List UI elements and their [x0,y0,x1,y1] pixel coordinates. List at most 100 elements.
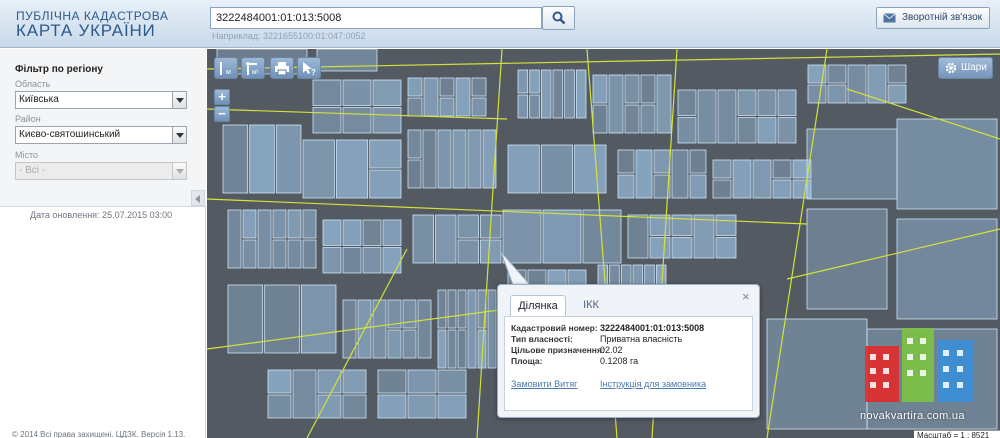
land-parcel[interactable] [272,209,287,239]
land-parcel[interactable] [452,129,467,189]
land-parcel[interactable] [447,289,457,329]
land-parcel[interactable] [457,329,467,369]
land-parcel[interactable] [437,369,467,394]
land-parcel[interactable] [467,129,482,189]
land-parcel[interactable] [712,179,732,199]
land-parcel[interactable] [507,144,540,194]
region-select[interactable]: Київська [15,91,187,109]
land-parcel[interactable] [377,369,407,394]
land-parcel[interactable] [827,64,847,84]
land-parcel[interactable] [342,394,367,419]
district-select[interactable]: Києво-святошинський [15,126,187,144]
land-parcel[interactable] [766,318,868,430]
city-select[interactable]: - Всі - [15,162,187,180]
zoom-in-button[interactable]: + [214,89,230,105]
land-parcel[interactable] [382,247,402,274]
land-parcel[interactable] [896,218,998,320]
layers-button[interactable]: Шари [938,57,993,79]
land-parcel[interactable] [457,214,479,239]
land-parcel[interactable] [757,89,777,116]
land-parcel[interactable] [777,117,797,144]
land-parcel[interactable] [752,159,772,199]
land-parcel[interactable] [362,219,382,246]
land-parcel[interactable] [712,159,732,179]
land-parcel[interactable] [697,89,717,144]
land-parcel[interactable] [772,159,792,179]
land-parcel[interactable] [693,214,715,259]
land-parcel[interactable] [656,74,672,134]
land-parcel[interactable] [689,149,707,174]
land-parcel[interactable] [342,219,362,246]
land-parcel[interactable] [249,124,275,194]
land-parcel[interactable] [437,394,467,419]
land-parcel[interactable] [592,74,608,104]
land-parcel[interactable] [300,284,337,354]
land-parcel[interactable] [417,299,432,359]
land-parcel[interactable] [617,174,635,199]
land-parcel[interactable] [312,79,342,106]
land-parcel[interactable] [772,179,792,199]
land-parcel[interactable] [624,104,640,134]
land-parcel[interactable] [372,107,402,134]
land-parcel[interactable] [592,104,608,134]
land-parcel[interactable] [677,89,697,116]
land-parcel[interactable] [737,117,757,144]
land-parcel[interactable] [806,128,898,200]
land-parcel[interactable] [887,84,907,104]
land-parcel[interactable] [407,129,422,159]
land-parcel[interactable] [292,369,317,419]
land-parcel[interactable] [597,264,609,286]
land-parcel[interactable] [757,117,777,144]
land-parcel[interactable] [242,209,257,239]
land-parcel[interactable] [640,104,656,134]
close-icon[interactable]: × [742,290,750,303]
land-parcel[interactable] [609,264,620,286]
land-parcel[interactable] [267,394,292,419]
land-parcel[interactable] [671,149,689,199]
land-parcel[interactable] [457,289,467,329]
land-parcel[interactable] [689,174,707,199]
land-parcel[interactable] [655,264,667,286]
land-parcel[interactable] [827,84,847,104]
land-parcel[interactable] [264,284,300,354]
land-parcel[interactable] [627,214,649,259]
land-parcel[interactable] [377,394,407,419]
land-parcel[interactable] [517,94,529,119]
land-parcel[interactable] [732,159,752,199]
land-parcel[interactable] [423,77,439,117]
land-parcel[interactable] [439,77,455,97]
land-parcel[interactable] [632,264,644,286]
land-parcel[interactable] [302,209,317,239]
land-parcel[interactable] [807,84,827,104]
land-parcel[interactable] [275,124,302,194]
land-parcel[interactable] [806,208,888,310]
land-parcel[interactable] [715,214,737,236]
measure-distance-button[interactable]: м [214,57,238,79]
land-parcel[interactable] [447,329,457,369]
land-parcel[interactable] [717,89,737,144]
land-parcel[interactable] [317,394,342,419]
land-parcel[interactable] [437,129,452,189]
land-parcel[interactable] [407,394,437,419]
land-parcel[interactable] [362,247,382,274]
land-parcel[interactable] [617,149,635,174]
land-parcel[interactable] [777,89,797,116]
land-parcel[interactable] [455,77,471,117]
land-parcel[interactable] [847,64,867,104]
land-parcel[interactable] [624,74,640,104]
land-parcel[interactable] [372,79,402,106]
land-parcel[interactable] [457,239,479,264]
land-parcel[interactable] [412,214,434,264]
tab-ikk[interactable]: ІКК [576,295,606,317]
land-parcel[interactable] [715,237,737,259]
land-parcel[interactable] [480,239,502,264]
land-parcel[interactable] [574,144,607,194]
tab-parcel[interactable]: Ділянка [510,295,566,317]
land-parcel[interactable] [540,144,574,194]
land-parcel[interactable] [407,159,422,189]
land-parcel[interactable] [287,209,302,239]
land-parcel[interactable] [302,239,317,269]
land-parcel[interactable] [312,107,342,134]
land-parcel[interactable] [439,97,455,117]
land-parcel[interactable] [467,289,477,369]
